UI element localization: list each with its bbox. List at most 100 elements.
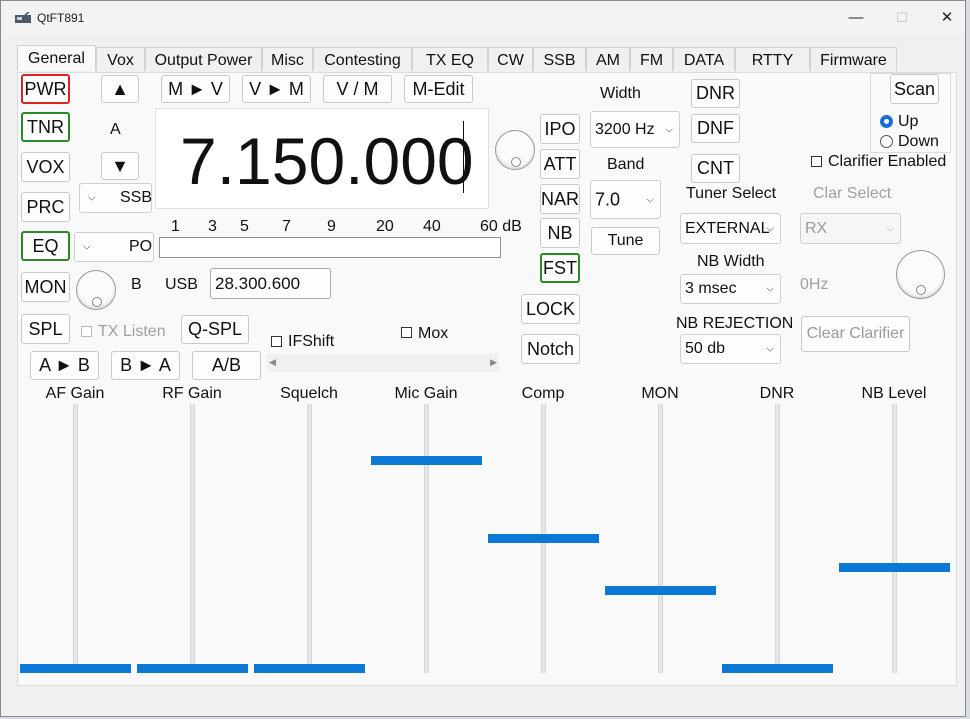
scan-down-radio[interactable] — [880, 135, 893, 148]
vfo-a-knob[interactable] — [495, 130, 535, 170]
ipo-button[interactable]: IPO — [540, 114, 580, 144]
nar-button[interactable]: NAR — [540, 184, 580, 214]
meter-scale-3: 3 — [208, 218, 217, 235]
dnr-button[interactable]: DNR — [691, 79, 740, 108]
tnr-button[interactable]: TNR — [21, 112, 70, 142]
cnt-button[interactable]: CNT — [691, 154, 740, 183]
minimize-button[interactable]: — — [833, 5, 879, 31]
band-select[interactable]: 7.0 ⌵ — [590, 180, 661, 219]
tuner-select[interactable]: EXTERNAL ⌵ — [680, 213, 781, 244]
slider-handle-nb-level[interactable] — [839, 563, 950, 572]
mode-select[interactable]: ⌵ SSB — [79, 183, 152, 213]
tab-firmware[interactable]: Firmware — [810, 47, 897, 71]
tab-data[interactable]: DATA — [673, 47, 735, 71]
tab-output-power[interactable]: Output Power — [145, 47, 262, 71]
tab-vox[interactable]: Vox — [96, 47, 145, 71]
nb-width-select[interactable]: 3 msec ⌵ — [680, 274, 781, 304]
up-arrow-button[interactable]: ▲ — [101, 75, 139, 103]
pwr-button[interactable]: PWR — [21, 74, 70, 104]
tune-button[interactable]: Tune — [591, 227, 660, 255]
slider-track[interactable] — [658, 404, 663, 673]
nb-rejection-select[interactable]: 50 db ⌵ — [680, 334, 781, 364]
vox-button[interactable]: VOX — [21, 152, 70, 182]
slider-track[interactable] — [190, 404, 195, 673]
vfo-b-knob[interactable] — [76, 270, 116, 310]
v-to-m-button[interactable]: V ► M — [242, 75, 311, 103]
slider-handle-rf-gain[interactable] — [137, 664, 248, 673]
slider-label-mon: MON — [641, 385, 679, 402]
m-edit-button[interactable]: M-Edit — [404, 75, 473, 103]
spl-button[interactable]: SPL — [21, 314, 70, 344]
tab-rtty[interactable]: RTTY — [735, 47, 810, 71]
tab-tx-eq[interactable]: TX EQ — [412, 47, 488, 71]
scan-button[interactable]: Scan — [890, 74, 939, 104]
scroll-right-icon[interactable]: ▶ — [490, 357, 497, 368]
tab-cw[interactable]: CW — [488, 47, 533, 71]
dnf-button[interactable]: DNF — [691, 114, 740, 143]
tab-misc[interactable]: Misc — [262, 47, 313, 71]
q-spl-button[interactable]: Q-SPL — [181, 315, 249, 344]
app-window: QtFT891 — ☐ ✕ General Vox Output Power M… — [0, 0, 966, 717]
tab-fm[interactable]: FM — [630, 47, 673, 71]
tx-listen-checkbox[interactable] — [81, 326, 92, 337]
tab-general[interactable]: General — [17, 45, 96, 71]
title-bar[interactable]: QtFT891 — ☐ ✕ — [1, 1, 965, 35]
slider-handle-squelch[interactable] — [254, 664, 365, 673]
maximize-button[interactable]: ☐ — [879, 5, 925, 31]
m-to-v-button[interactable]: M ► V — [161, 75, 230, 103]
att-button[interactable]: ATT — [540, 149, 580, 179]
slider-track[interactable] — [775, 404, 780, 673]
meter-scale-40: 40 — [423, 218, 441, 235]
ifshift-scrollbar[interactable]: ◀ ▶ — [267, 354, 499, 372]
vfo-b-frequency-field[interactable]: 28.300.600 — [210, 268, 331, 299]
v-m-button[interactable]: V / M — [323, 75, 392, 103]
slider-handle-comp[interactable] — [488, 534, 599, 543]
vfo-a-label: A — [110, 121, 121, 138]
scan-up-radio[interactable] — [880, 115, 893, 128]
slider-track[interactable] — [424, 404, 429, 673]
slider-handle-mic-gain[interactable] — [371, 456, 482, 465]
ifshift-checkbox[interactable] — [271, 336, 282, 347]
nb-button[interactable]: NB — [540, 218, 580, 248]
down-arrow-button[interactable]: ▼ — [101, 152, 139, 180]
fst-button[interactable]: FST — [540, 253, 580, 283]
slider-handle-mon[interactable] — [605, 586, 716, 595]
slider-handle-dnr[interactable] — [722, 664, 833, 673]
frequency-display[interactable]: 7.150.000 — [155, 108, 489, 209]
width-select[interactable]: 3200 Hz ⌵ — [590, 111, 680, 148]
slider-label-comp: Comp — [521, 385, 565, 402]
clar-select[interactable]: RX ⌵ — [800, 213, 901, 244]
eq-button[interactable]: EQ — [21, 231, 70, 261]
notch-button[interactable]: Notch — [521, 334, 580, 364]
tab-contesting[interactable]: Contesting — [313, 47, 412, 71]
band-value: 7.0 — [595, 189, 621, 209]
a-to-b-button[interactable]: A ► B — [30, 351, 99, 380]
tab-ssb[interactable]: SSB — [533, 47, 586, 71]
tab-am[interactable]: AM — [586, 47, 630, 71]
mon-button[interactable]: MON — [21, 272, 70, 302]
b-to-a-button[interactable]: B ► A — [111, 351, 180, 380]
meter-scale-60db: 60 dB — [480, 218, 522, 235]
slider-label-squelch: Squelch — [280, 385, 338, 402]
meter-scale-1: 1 — [171, 218, 180, 235]
clarifier-enabled-checkbox[interactable] — [811, 156, 822, 167]
width-label: Width — [600, 85, 641, 102]
slider-handle-af-gain[interactable] — [20, 664, 131, 673]
close-button[interactable]: ✕ — [924, 5, 970, 31]
clarifier-knob[interactable] — [896, 250, 945, 299]
chevron-down-icon: ⌵ — [88, 192, 96, 204]
scroll-left-icon[interactable]: ◀ — [269, 357, 276, 368]
mox-checkbox[interactable] — [401, 327, 412, 338]
meter-select[interactable]: ⌵ PO — [74, 232, 154, 262]
mode-value: SSB — [120, 189, 153, 206]
slider-track[interactable] — [73, 404, 78, 673]
slider-track[interactable] — [307, 404, 312, 673]
prc-button[interactable]: PRC — [21, 192, 70, 222]
clear-clarifier-button[interactable]: Clear Clarifier — [801, 316, 910, 352]
slider-track[interactable] — [892, 404, 897, 673]
lock-button[interactable]: LOCK — [521, 294, 580, 324]
chevron-down-icon: ⌵ — [766, 283, 774, 295]
nb-width-label: NB Width — [697, 253, 765, 270]
slider-label-nb-level: NB Level — [861, 385, 927, 402]
a-b-swap-button[interactable]: A/B — [192, 351, 261, 380]
